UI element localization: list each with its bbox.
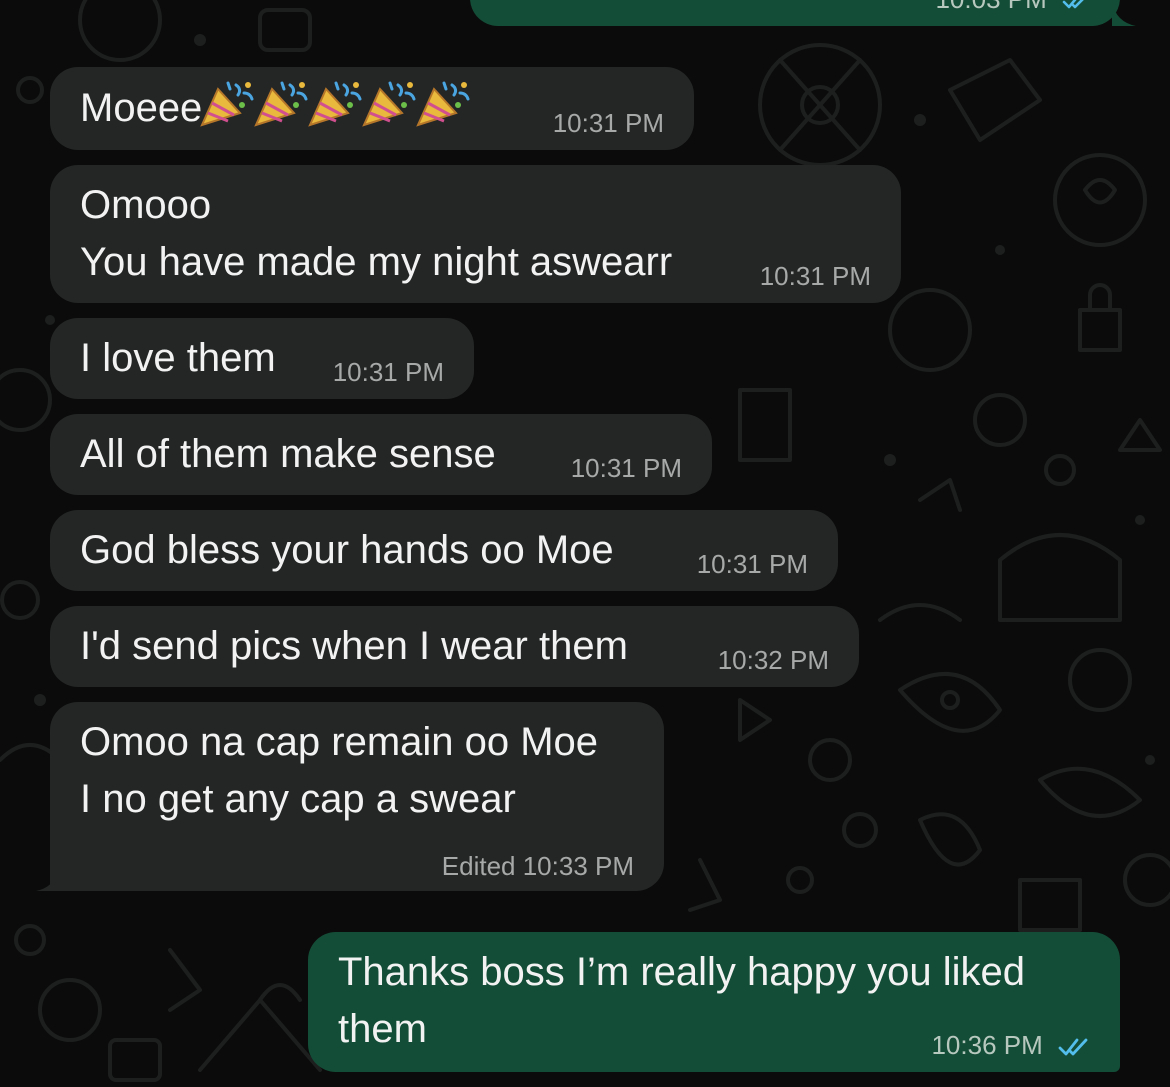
message-bubble-incoming[interactable]: All of them make sense 10:31 PM [50,414,712,495]
message-bubble-incoming[interactable]: Omoo na cap remain oo Moe I no get any c… [36,702,664,891]
message-text-line: Omooo [80,183,212,227]
message-bubble-incoming[interactable]: Omooo You have made my night aswearr 10:… [50,165,901,303]
bubble-tail [1112,2,1136,26]
party-popper-icon [362,81,416,127]
message-bubble-incoming[interactable]: I love them 10:31 PM [50,318,474,399]
message-bubble-outgoing[interactable]: Thanks boss I’m really happy you liked t… [308,932,1120,1072]
message-timestamp: 10:31 PM [570,453,682,483]
party-popper-icon [308,81,362,127]
message-timestamp: 10:03 PM [935,0,1092,14]
message-bubble-outgoing-partial[interactable]: 10:03 PM [470,0,1136,26]
message-timestamp: 10:32 PM [717,645,829,675]
message-text-line: I no get any cap a swear [80,777,516,821]
party-popper-icon [200,81,254,127]
message-timestamp: 10:31 PM [759,261,871,291]
message-timestamp: 10:36 PM [931,1030,1092,1060]
bubble-tail [36,865,60,891]
message-text-line: Thanks boss I’m really happy you liked [338,950,1025,994]
message-text: God bless your hands oo Moe [80,528,614,572]
party-popper-icon [254,81,308,127]
message-timestamp: 10:31 PM [332,357,444,387]
message-timestamp: 10:31 PM [696,549,808,579]
message-edited-timestamp: Edited 10:33 PM [441,851,634,881]
read-double-check-icon [1062,0,1084,9]
message-bubble-incoming[interactable]: God bless your hands oo Moe 10:31 PM [50,510,838,591]
message-bubble-incoming[interactable]: Moeee 10:31 PM [50,67,694,150]
party-popper-emoji-group [200,81,472,130]
message-text: All of them make sense [80,432,496,476]
read-double-check-icon [1058,1038,1088,1056]
message-text: I'd send pics when I wear them [80,624,628,668]
message-text-line: Omoo na cap remain oo Moe [80,720,599,764]
chat-area[interactable]: 10:03 PM Moeee 10:31 PM Omooo You have m… [0,0,1170,1087]
message-text: Moeee [80,86,203,130]
message-text: I love them [80,336,276,380]
party-popper-icon [416,81,470,127]
message-timestamp: 10:31 PM [552,108,664,138]
message-bubble-incoming[interactable]: I'd send pics when I wear them 10:32 PM [50,606,859,687]
message-text-line: You have made my night aswearr [80,240,673,284]
